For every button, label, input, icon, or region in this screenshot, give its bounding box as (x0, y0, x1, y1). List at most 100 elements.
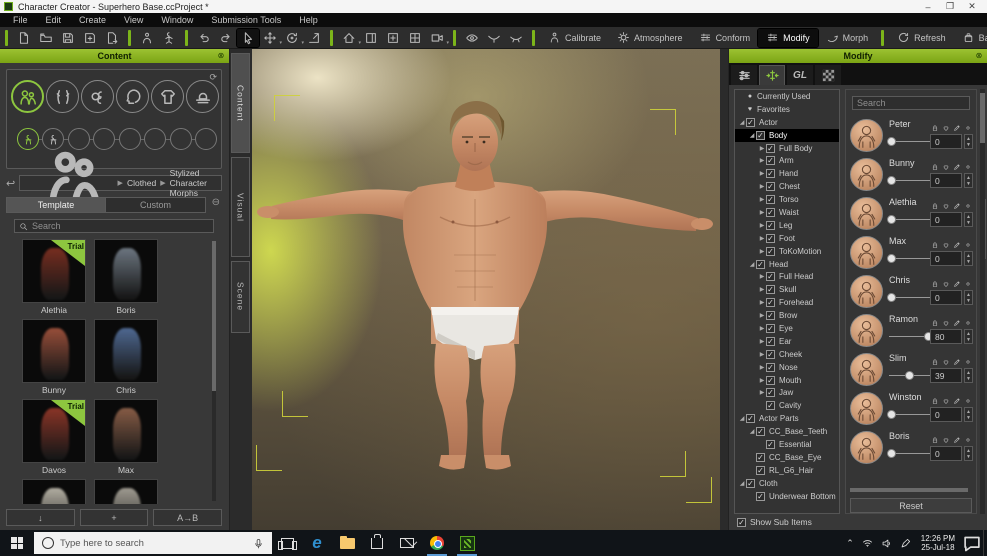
template-thumbnail[interactable] (94, 239, 158, 303)
chevron-up-icon[interactable]: ⌃ (842, 538, 858, 549)
tree-checkbox[interactable]: ✓ (746, 414, 755, 423)
menu-item[interactable]: Submission Tools (202, 13, 290, 27)
tree-checkbox[interactable]: ✓ (756, 427, 765, 436)
tree-checkbox[interactable]: ✓ (746, 479, 755, 488)
tree-item-brow[interactable]: ▶✓Brow (735, 309, 839, 322)
tree-checkbox[interactable]: ✓ (766, 195, 775, 204)
tree-item-chest[interactable]: ▶✓Chest (735, 180, 839, 193)
tree-item-full-body[interactable]: ▶✓Full Body (735, 142, 839, 155)
tab-template[interactable]: Template (6, 197, 106, 213)
expand-icon[interactable]: ▶ (758, 157, 766, 164)
tree-checkbox[interactable]: ✓ (766, 156, 775, 165)
expand-icon[interactable]: ◢ (748, 261, 756, 268)
template-item-alethia[interactable]: TrialAlethia (22, 239, 86, 315)
tree-item-nose[interactable]: ▶✓Nose (735, 361, 839, 374)
tree-item-waist[interactable]: ▶✓Waist (735, 206, 839, 219)
expand-icon[interactable]: ▶ (758, 170, 766, 177)
taskbar-character-creator[interactable] (454, 530, 480, 556)
slider-thumb[interactable] (887, 215, 896, 224)
new-file-button[interactable] (13, 29, 35, 47)
tree-item-tokomotion[interactable]: ▶✓ToKoMotion (735, 245, 839, 258)
tree-item-full-head[interactable]: ▶✓Full Head (735, 270, 839, 283)
cursor-button[interactable] (237, 29, 259, 47)
menu-item[interactable]: View (115, 13, 152, 27)
morph-avatar[interactable] (850, 158, 883, 191)
volume-icon[interactable] (877, 538, 896, 549)
template-thumbnail[interactable] (22, 479, 86, 504)
tree-item-jaw[interactable]: ▶✓Jaw (735, 386, 839, 399)
slider-value-input[interactable]: 0 (930, 212, 962, 227)
tree-checkbox[interactable]: ✓ (766, 388, 775, 397)
category-clothing[interactable] (151, 80, 184, 113)
tree-checkbox[interactable]: ✓ (766, 234, 775, 243)
home-button[interactable]: ▾ (338, 29, 360, 47)
menu-item[interactable]: Help (290, 13, 327, 27)
undo-button[interactable] (193, 29, 215, 47)
expand-icon[interactable]: ▶ (758, 209, 766, 216)
slider-thumb[interactable] (887, 176, 896, 185)
tree-item-foot[interactable]: ▶✓Foot (735, 232, 839, 245)
template-thumbnail[interactable] (94, 479, 158, 504)
morph-avatar[interactable] (850, 353, 883, 386)
taskbar-edge[interactable]: e (304, 530, 330, 556)
morph-search-input[interactable]: Search (852, 96, 970, 110)
minimize-button[interactable]: – (917, 1, 939, 12)
panel-grid-button[interactable] (404, 29, 426, 47)
viewport-3d[interactable] (252, 49, 720, 530)
tree-item-cloth[interactable]: ◢✓Cloth (735, 477, 839, 490)
tree-item-mouth[interactable]: ▶✓Mouth (735, 374, 839, 387)
bake-button[interactable]: Bake (954, 29, 987, 47)
menu-item[interactable]: Create (70, 13, 115, 27)
tree-item-essential[interactable]: ✓Essential (735, 438, 839, 451)
taskbar-store[interactable] (364, 530, 390, 556)
modify-button[interactable]: Modify (758, 29, 818, 47)
wing-solid-button[interactable] (505, 29, 527, 47)
tree-checkbox[interactable]: ✓ (756, 131, 765, 140)
expand-icon[interactable]: ▶ (758, 183, 766, 190)
tree-checkbox[interactable]: ✓ (766, 363, 775, 372)
show-sub-items[interactable]: ✓ Show Sub Items (737, 517, 812, 527)
subcategory-empty[interactable] (119, 128, 141, 150)
breadcrumb-path[interactable]: ▶ Clothed ▶ Stylized Character Morphs (19, 175, 222, 191)
expand-icon[interactable]: ◢ (748, 132, 756, 139)
wing-down-button[interactable] (483, 29, 505, 47)
tree-item-rl-g6-hair[interactable]: ✓RL_G6_Hair (735, 464, 839, 477)
template-item[interactable] (94, 479, 158, 504)
expand-icon[interactable]: ▶ (758, 299, 766, 306)
tree-checkbox[interactable]: ✓ (766, 182, 775, 191)
clock[interactable]: 12:26 PM 25-Jul-18 (915, 534, 961, 552)
expand-icon[interactable]: ▶ (758, 222, 766, 229)
expand-icon[interactable]: ▶ (758, 235, 766, 242)
tree-checkbox[interactable]: ✓ (766, 324, 775, 333)
slider-thumb[interactable] (887, 293, 896, 302)
puppet-button[interactable] (158, 29, 180, 47)
value-spinner[interactable]: ▲▼ (964, 134, 973, 149)
redo-button[interactable] (215, 29, 237, 47)
content-search-input[interactable]: Search (14, 219, 214, 233)
value-spinner[interactable]: ▲▼ (964, 212, 973, 227)
add-button[interactable]: + (80, 509, 149, 526)
show-desktop-button[interactable] (983, 530, 987, 556)
modify-scrollbar[interactable] (980, 89, 985, 514)
panel-plus-button[interactable] (382, 29, 404, 47)
tree-item-head[interactable]: ◢✓Head (735, 258, 839, 271)
open-folder-button[interactable] (35, 29, 57, 47)
tree-item-currently-used[interactable]: ●Currently Used (735, 90, 839, 103)
tree-checkbox[interactable]: ✓ (766, 208, 775, 217)
tree-checkbox[interactable]: ✓ (766, 285, 775, 294)
tree-item-underwear-bottom[interactable]: ✓Underwear Bottom (735, 490, 839, 503)
expand-icon[interactable]: ▶ (758, 286, 766, 293)
tree-checkbox[interactable]: ✓ (766, 376, 775, 385)
slider-value-input[interactable]: 39 (930, 368, 962, 383)
expand-icon[interactable]: ▶ (758, 312, 766, 319)
eye-button[interactable] (461, 29, 483, 47)
tab-gl[interactable]: GL (787, 65, 813, 85)
tab-custom[interactable]: Custom (106, 197, 206, 213)
tree-checkbox[interactable]: ✓ (756, 260, 765, 269)
tree-item-torso[interactable]: ▶✓Torso (735, 193, 839, 206)
morph-avatar[interactable] (850, 314, 883, 347)
tree-checkbox[interactable]: ✓ (766, 144, 775, 153)
camera-angle-button[interactable]: ▾ (426, 29, 448, 47)
tab-morph[interactable] (759, 65, 785, 85)
template-item-boris[interactable]: Boris (94, 239, 158, 315)
